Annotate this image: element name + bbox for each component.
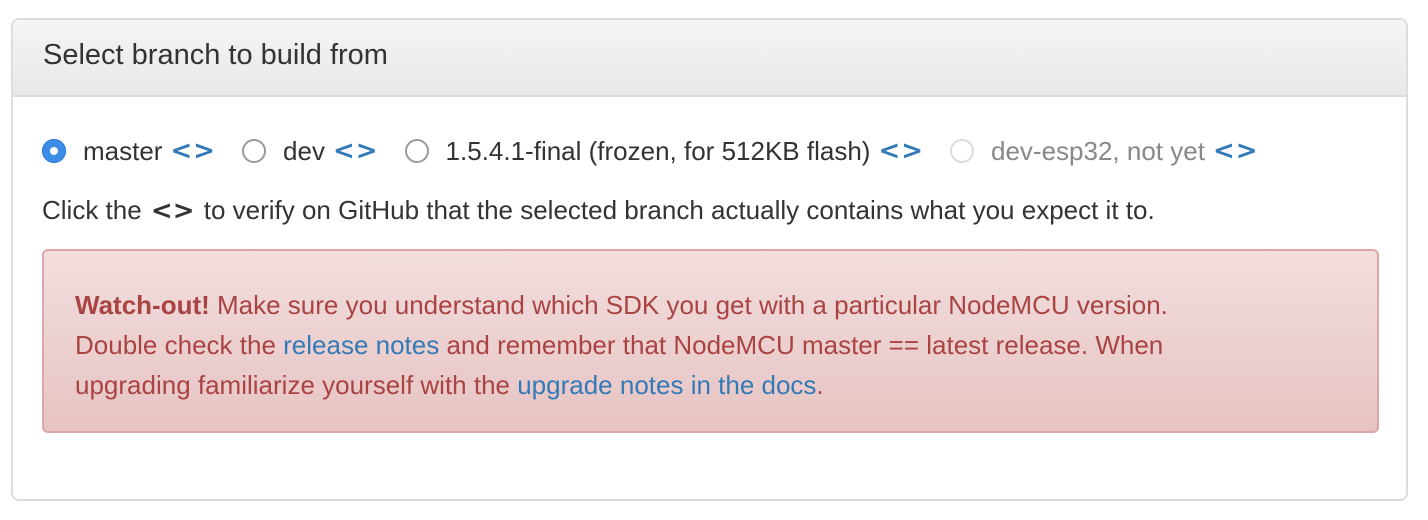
radio-dev[interactable] (242, 139, 267, 163)
alert-text-3: and remember that NodeMCU master == late… (439, 330, 1164, 360)
release-notes-link[interactable]: release notes (283, 330, 439, 360)
hint-text-before: Click the (42, 195, 149, 225)
branch-label-master[interactable]: master (83, 136, 162, 167)
github-link-dev-esp32-icon[interactable]: <> (1213, 136, 1259, 166)
branch-option-master[interactable]: master <> (42, 136, 216, 167)
alert-text-2: Double check the (75, 330, 284, 360)
branch-panel: Select branch to build from master <> de… (11, 18, 1408, 501)
alert-text-5: . (816, 370, 824, 400)
radio-dev-esp32 (950, 139, 975, 163)
github-link-master-icon[interactable]: <> (170, 136, 216, 166)
branch-option-dev[interactable]: dev <> (242, 136, 379, 167)
code-glyph-icon: <> (150, 196, 195, 226)
verify-hint: Click the <> to verify on GitHub that th… (42, 195, 1155, 226)
alert-strong: Watch-out! (75, 290, 210, 320)
watch-out-alert: Watch-out! Make sure you understand whic… (42, 249, 1379, 433)
branch-label-dev-esp32: dev-esp32, not yet (991, 135, 1205, 166)
alert-text-1: Make sure you understand which SDK you g… (209, 290, 1168, 320)
branch-label-1-5-4-1-final[interactable]: 1.5.4.1-final (frozen, for 512KB flash) (446, 136, 871, 167)
branch-label-dev[interactable]: dev (283, 136, 325, 167)
github-link-1-5-4-1-final-icon[interactable]: <> (878, 136, 924, 166)
panel-heading: Select branch to build from (13, 20, 1406, 97)
branch-radio-group: master <> dev <> 1.5.4.1-final (frozen, … (42, 131, 1285, 171)
radio-1-5-4-1-final[interactable] (404, 139, 429, 163)
github-link-dev-icon[interactable]: <> (333, 136, 379, 166)
alert-text-4: upgrading familiarize yourself with the (75, 370, 518, 400)
branch-option-dev-esp32: dev-esp32, not yet <> (950, 136, 1259, 167)
panel-title: Select branch to build from (43, 39, 388, 71)
branch-option-1-5-4-1-final[interactable]: 1.5.4.1-final (frozen, for 512KB flash) … (404, 136, 924, 167)
radio-master[interactable] (42, 139, 66, 163)
hint-text-after: to verify on GitHub that the selected br… (196, 195, 1155, 225)
upgrade-notes-link[interactable]: upgrade notes in the docs (517, 370, 816, 400)
